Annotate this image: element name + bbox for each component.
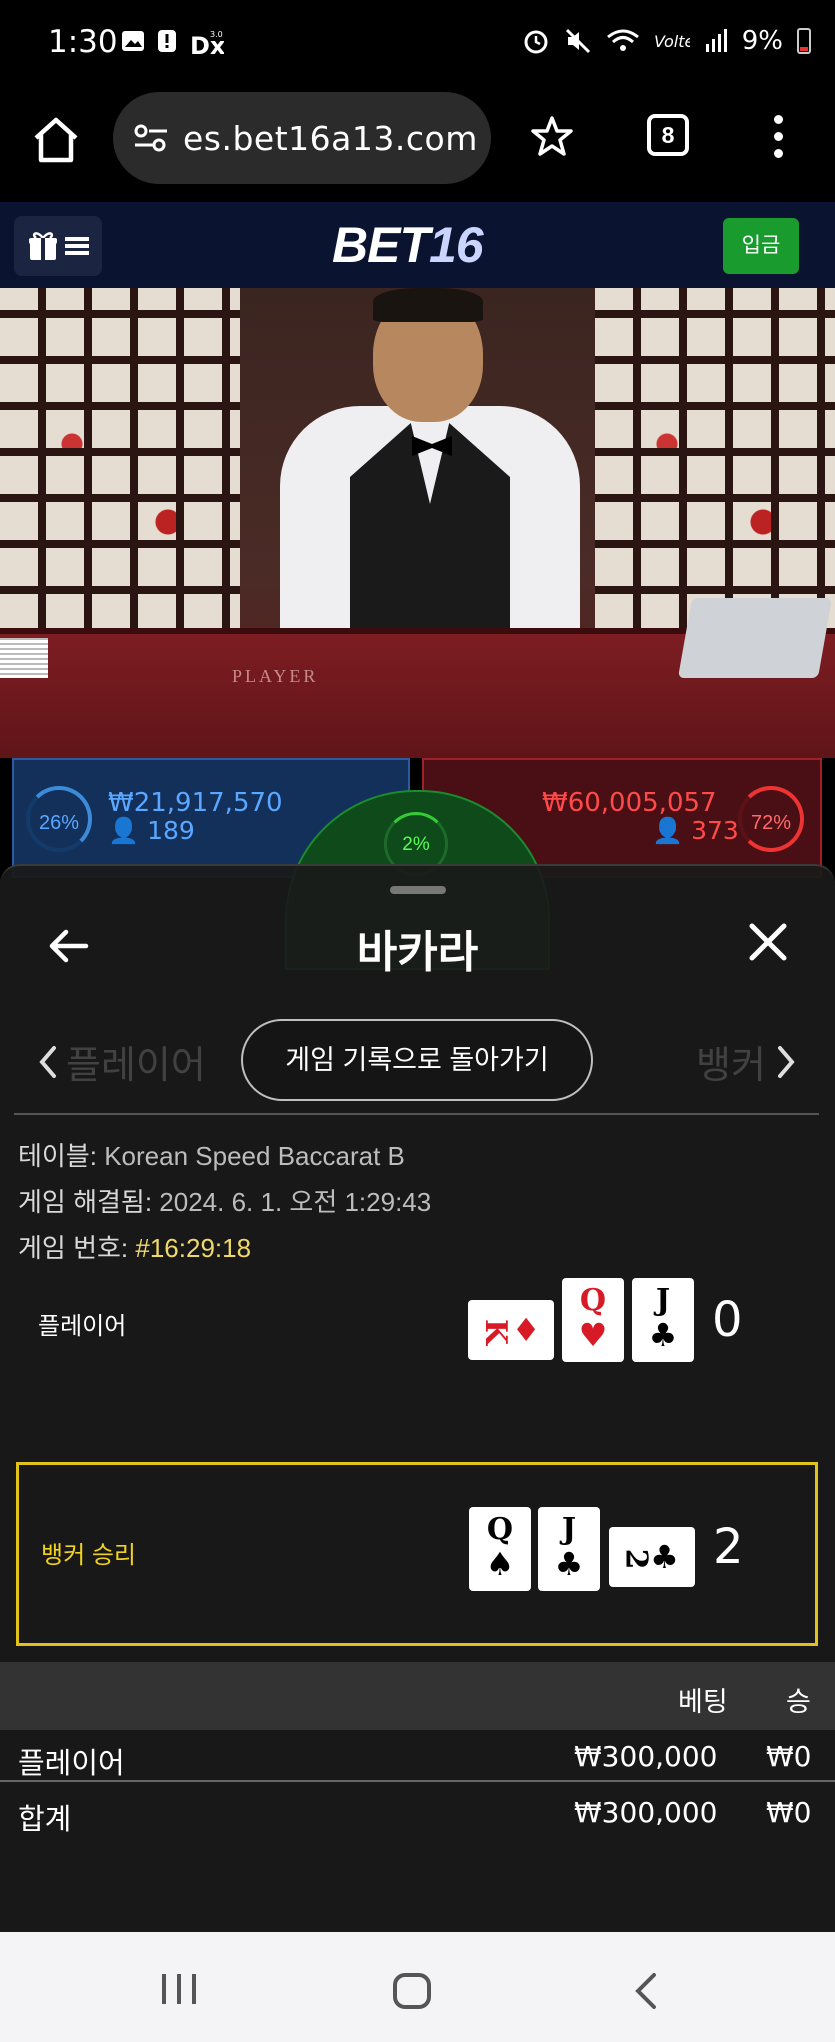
- total-label: 합계: [18, 1804, 72, 1836]
- table-player-text: PLAYER: [232, 666, 319, 686]
- status-left-icons: Dx 3.0: [120, 28, 224, 58]
- player-result-row: 플레이어 K♦ Q ♥ J ♣ 0: [16, 1278, 818, 1408]
- ghost-player-label: 플레이어: [66, 1045, 206, 1087]
- header-win: 승: [786, 1687, 811, 1717]
- game-number-info: 게임 번호: #16:29:18: [18, 1228, 251, 1265]
- more-menu-icon[interactable]: [770, 112, 786, 160]
- gift-icon: [29, 232, 57, 260]
- site-header: BET16 입금: [0, 202, 835, 288]
- banker-score: 2: [713, 1519, 744, 1575]
- alert-icon: [158, 30, 176, 52]
- ghost-banker-label: 뱅커: [696, 1045, 766, 1087]
- alarm-icon: [524, 30, 548, 54]
- recent-apps-icon[interactable]: [160, 1972, 198, 2006]
- playing-card: J ♣: [632, 1278, 694, 1362]
- divider: [14, 1113, 819, 1115]
- playing-card: Q ♠: [469, 1507, 531, 1591]
- playing-card: J ♣: [538, 1507, 600, 1591]
- total-win-amount: ₩0: [766, 1796, 812, 1829]
- status-time: 1:30: [48, 24, 118, 60]
- deposit-button[interactable]: 입금: [723, 218, 799, 274]
- gift-menu-button[interactable]: [14, 216, 102, 276]
- playing-card: Q ♥: [562, 1278, 624, 1362]
- bet-table-header: 베팅 승: [0, 1662, 835, 1730]
- home-icon[interactable]: [30, 114, 82, 166]
- live-dealer-video: PLAYER: [0, 288, 835, 758]
- browser-toolbar: es.bet16a13.com 8: [0, 92, 835, 202]
- table-label: 테이블:: [18, 1141, 97, 1171]
- dx-icon: Dx3.0: [190, 30, 224, 58]
- table-row: 플레이어 ₩300,000 ₩0: [0, 1730, 835, 1786]
- banker-win-label: 뱅커 승리: [41, 1542, 136, 1569]
- player-bettor-count: 👤 189: [108, 816, 195, 845]
- banker-percent-ring: 72%: [738, 786, 804, 852]
- row-win-amount: ₩0: [766, 1740, 812, 1773]
- banker-bettor-count: 👤 373: [652, 816, 739, 845]
- svg-text:3.0: 3.0: [210, 30, 223, 39]
- player-percent-ring: 26%: [26, 786, 92, 852]
- volte-icon: Volte: [654, 32, 690, 51]
- player-score: 0: [712, 1292, 743, 1348]
- table-value: Korean Speed Baccarat B: [104, 1141, 405, 1171]
- url-text: es.bet16a13.com: [183, 118, 478, 158]
- gallery-icon: [122, 31, 144, 51]
- player-total-amount: ₩21,917,570: [108, 788, 283, 818]
- back-to-history-button[interactable]: 게임 기록으로 돌아가기: [241, 1019, 593, 1101]
- playing-card: K♦: [468, 1300, 554, 1360]
- total-bet-amount: ₩300,000: [574, 1796, 718, 1829]
- mute-icon: [565, 28, 590, 54]
- table-divider: [0, 1780, 835, 1782]
- wifi-icon: [606, 29, 639, 51]
- header-bet: 베팅: [678, 1687, 728, 1717]
- site-settings-icon[interactable]: [133, 123, 169, 153]
- card-deck: [0, 638, 48, 678]
- banker-total-amount: ₩60,005,057: [542, 788, 717, 818]
- player-row-label: 플레이어: [38, 1313, 127, 1340]
- tab-switcher-button[interactable]: 8: [647, 114, 689, 156]
- resolved-info: 게임 해결됨: 2024. 6. 1. 오전 1:29:43: [18, 1182, 431, 1219]
- row-bet-amount: ₩300,000: [574, 1740, 718, 1773]
- banker-result-row: 뱅커 승리 Q ♠ J ♣ 2♣ 2: [16, 1462, 818, 1646]
- table-info: 테이블: Korean Speed Baccarat B: [18, 1136, 405, 1173]
- chevron-left-icon[interactable]: [36, 1044, 60, 1080]
- decor-screen-left: [0, 288, 240, 678]
- card-shoe: [677, 598, 833, 678]
- game-history-modal: 바카라 플레이어 뱅커 게임 기록으로 돌아가기 테이블: Korean Spe…: [0, 864, 835, 1932]
- resolved-label: 게임 해결됨:: [18, 1187, 153, 1217]
- modal-title: 바카라: [356, 928, 479, 977]
- status-right-icons: Volte 9%: [522, 26, 811, 56]
- battery-percent: 9%: [741, 26, 783, 56]
- chevron-right-icon[interactable]: [774, 1044, 798, 1080]
- total-row: 합계 ₩300,000 ₩0: [0, 1786, 835, 1842]
- signal-icon: [705, 29, 727, 52]
- back-icon[interactable]: [634, 1972, 658, 2010]
- address-bar[interactable]: es.bet16a13.com: [113, 92, 491, 184]
- menu-icon: [65, 237, 89, 255]
- resolved-value: 2024. 6. 1. 오전 1:29:43: [159, 1187, 432, 1217]
- game-number-label: 게임 번호:: [18, 1233, 129, 1263]
- drag-handle[interactable]: [390, 886, 446, 894]
- system-nav-bar: [0, 1932, 835, 2042]
- home-circle-icon[interactable]: [392, 1972, 432, 2010]
- status-bar: 1:30 Dx3.0 Volte 9%: [0, 0, 835, 92]
- bookmark-star-icon[interactable]: [530, 114, 574, 158]
- playing-card: 2♣: [609, 1527, 695, 1587]
- bet16-logo[interactable]: BET16: [332, 216, 484, 274]
- row-bet-name: 플레이어: [18, 1748, 125, 1780]
- battery-icon: [797, 28, 811, 54]
- close-icon[interactable]: [748, 922, 788, 962]
- game-number-value: #16:29:18: [135, 1233, 252, 1263]
- svg-text:Volte: Volte: [654, 32, 690, 51]
- dealer-hair: [373, 288, 483, 322]
